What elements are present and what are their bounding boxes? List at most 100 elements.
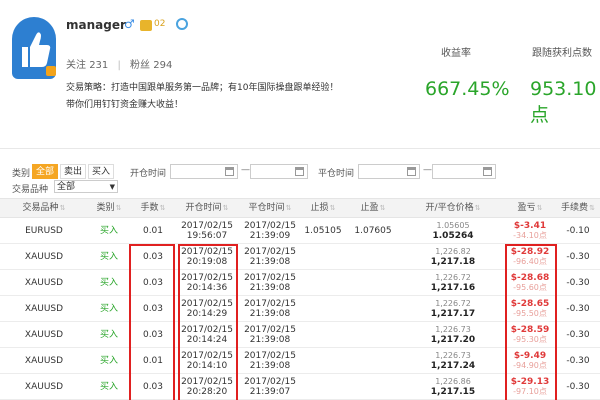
table-row[interactable]: XAUUSD 买入 0.01 2017/02/15 20:14:10 2017/02/15… [0, 348, 600, 374]
cell-open: 2017/02/15 20:14:10 [176, 348, 238, 374]
open-time: 19:56:07 [186, 231, 228, 241]
profit-amount: $-28.59 [510, 325, 550, 335]
table-row[interactable]: XAUUSD 买入 0.03 2017/02/15 20:14:36 2017/02/15… [0, 270, 600, 296]
cell-fee: -0.10 [566, 226, 590, 236]
cell-sl [302, 348, 344, 374]
calendar-icon[interactable] [295, 167, 304, 176]
close-time-end-input[interactable] [432, 164, 496, 179]
close-price: 1,217.18 [430, 257, 476, 267]
cell-open: 2017/02/15 20:28:20 [176, 374, 238, 400]
cell-open: 2017/02/15 19:56:07 [176, 218, 238, 244]
cell-price: 1,226.73 1,217.20 [402, 322, 504, 348]
category-option-buy[interactable]: 买入 [88, 164, 115, 179]
product-label: 交易品种 [12, 185, 49, 195]
verified-badge-icon [46, 66, 56, 76]
table-row[interactable]: XAUUSD 买入 0.03 2017/02/15 20:28:20 2017/02/15… [0, 374, 600, 400]
section-divider [0, 148, 600, 149]
calendar-icon[interactable] [225, 167, 234, 176]
sort-icon[interactable]: ⇅ [475, 204, 481, 212]
sort-icon[interactable]: ⇅ [330, 204, 336, 212]
sort-icon[interactable]: ⇅ [537, 204, 543, 212]
sort-icon[interactable]: ⇅ [223, 204, 229, 212]
cell-symbol: XAUUSD [24, 356, 64, 366]
cell-tp [344, 348, 402, 374]
close-time: 21:39:08 [249, 361, 291, 371]
close-time: 21:39:09 [249, 231, 291, 241]
cell-lots: 0.03 [142, 330, 164, 340]
open-price: 1.05605 [436, 221, 470, 230]
profit-amount: $-28.65 [510, 299, 550, 309]
calendar-icon[interactable] [407, 167, 416, 176]
profit-points: -95.60点 [513, 283, 547, 292]
cell-fee: -0.30 [566, 252, 590, 262]
username[interactable]: manager [66, 18, 126, 32]
sort-icon[interactable]: ⇅ [160, 204, 166, 212]
close-time: 21:39:07 [249, 387, 291, 397]
close-date: 2017/02/15 [244, 325, 296, 335]
close-date: 2017/02/15 [244, 377, 296, 387]
product-select[interactable]: 全部 ▼ [54, 180, 118, 193]
cell-close: 2017/02/15 21:39:08 [238, 270, 302, 296]
cell-profit: $-28.65 -95.50点 [504, 296, 556, 322]
filter-bar: 类别 全部 卖出 买入 开仓时间 — 平仓时间 — 交易品种 全部 ▼ [0, 160, 600, 196]
sort-icon[interactable]: ⇅ [589, 204, 595, 212]
table-row[interactable]: XAUUSD 买入 0.03 2017/02/15 20:14:29 2017/02/15… [0, 296, 600, 322]
cell-close: 2017/02/15 21:39:07 [238, 374, 302, 400]
category-option-sell[interactable]: 卖出 [60, 164, 87, 179]
open-date: 2017/02/15 [181, 325, 233, 335]
chevron-down-icon: ▼ [109, 183, 115, 191]
header-open-close-price[interactable]: 开/平仓价格⇅ [402, 199, 504, 219]
open-time: 20:19:08 [186, 257, 228, 267]
calendar-icon[interactable] [483, 167, 492, 176]
return-rate-value: 667.45% [425, 78, 510, 100]
header-open-time[interactable]: 开仓时间⇅ [176, 199, 238, 219]
profit-amount: $-28.68 [510, 273, 550, 283]
level-badge-icon [140, 20, 152, 31]
sort-icon[interactable]: ⇅ [60, 204, 66, 212]
close-date: 2017/02/15 [244, 351, 296, 361]
profit-points: -95.50点 [513, 309, 547, 318]
open-time: 20:14:24 [186, 335, 228, 345]
close-time-start-input[interactable] [358, 164, 420, 179]
header-close-time[interactable]: 平仓时间⇅ [238, 199, 302, 219]
header-stop-loss[interactable]: 止损⇅ [302, 199, 344, 219]
table-row[interactable]: XAUUSD 买入 0.03 2017/02/15 20:19:08 2017/02/15… [0, 244, 600, 270]
profit-points: -94.90点 [513, 361, 547, 370]
cell-tp: 1.07605 [354, 226, 392, 236]
cell-symbol: EURUSD [25, 226, 63, 236]
open-time-end-input[interactable] [250, 164, 308, 179]
cell-fee: -0.30 [566, 356, 590, 366]
range-dash: — [423, 165, 432, 175]
profit-points: -97.10点 [513, 387, 547, 396]
open-price: 1,226.86 [435, 377, 471, 386]
header-fee[interactable]: 手续费⇅ [556, 199, 600, 219]
sort-icon[interactable]: ⇅ [380, 204, 386, 212]
table-row[interactable]: XAUUSD 买入 0.03 2017/02/15 20:14:24 2017/02/15… [0, 322, 600, 348]
cell-open: 2017/02/15 20:19:08 [176, 244, 238, 270]
open-time-start-input[interactable] [170, 164, 238, 179]
cell-close: 2017/02/15 21:39:08 [238, 322, 302, 348]
cell-lots: 0.03 [142, 304, 164, 314]
sort-icon[interactable]: ⇅ [286, 204, 292, 212]
header-take-profit[interactable]: 止盈⇅ [344, 199, 402, 219]
cell-fee: -0.30 [566, 278, 590, 288]
header-type[interactable]: 类别⇅ [88, 199, 130, 219]
follow-count[interactable]: 231 [89, 60, 108, 71]
weibo-icon[interactable] [176, 18, 188, 30]
table-row[interactable]: EURUSD 买入 0.01 2017/02/15 19:56:07 2017/02/15… [0, 218, 600, 244]
sort-icon[interactable]: ⇅ [116, 204, 122, 212]
cell-tp [344, 296, 402, 322]
header-lots[interactable]: 手数⇅ [130, 199, 176, 219]
cell-price: 1,226.72 1,217.16 [402, 270, 504, 296]
cell-open: 2017/02/15 20:14:24 [176, 322, 238, 348]
cell-profit: $-3.41 -34.10点 [504, 218, 556, 244]
cell-type: 买入 [99, 330, 118, 340]
category-option-all[interactable]: 全部 [32, 164, 59, 179]
header-symbol[interactable]: 交易品种⇅ [0, 199, 88, 219]
cell-symbol: XAUUSD [24, 278, 64, 288]
cell-type: 买入 [99, 382, 118, 392]
male-icon: ♂ [124, 17, 135, 31]
cell-sl: 1.05105 [304, 226, 342, 236]
fans-count[interactable]: 294 [153, 60, 172, 71]
header-profit[interactable]: 盈亏⇅ [504, 199, 556, 219]
